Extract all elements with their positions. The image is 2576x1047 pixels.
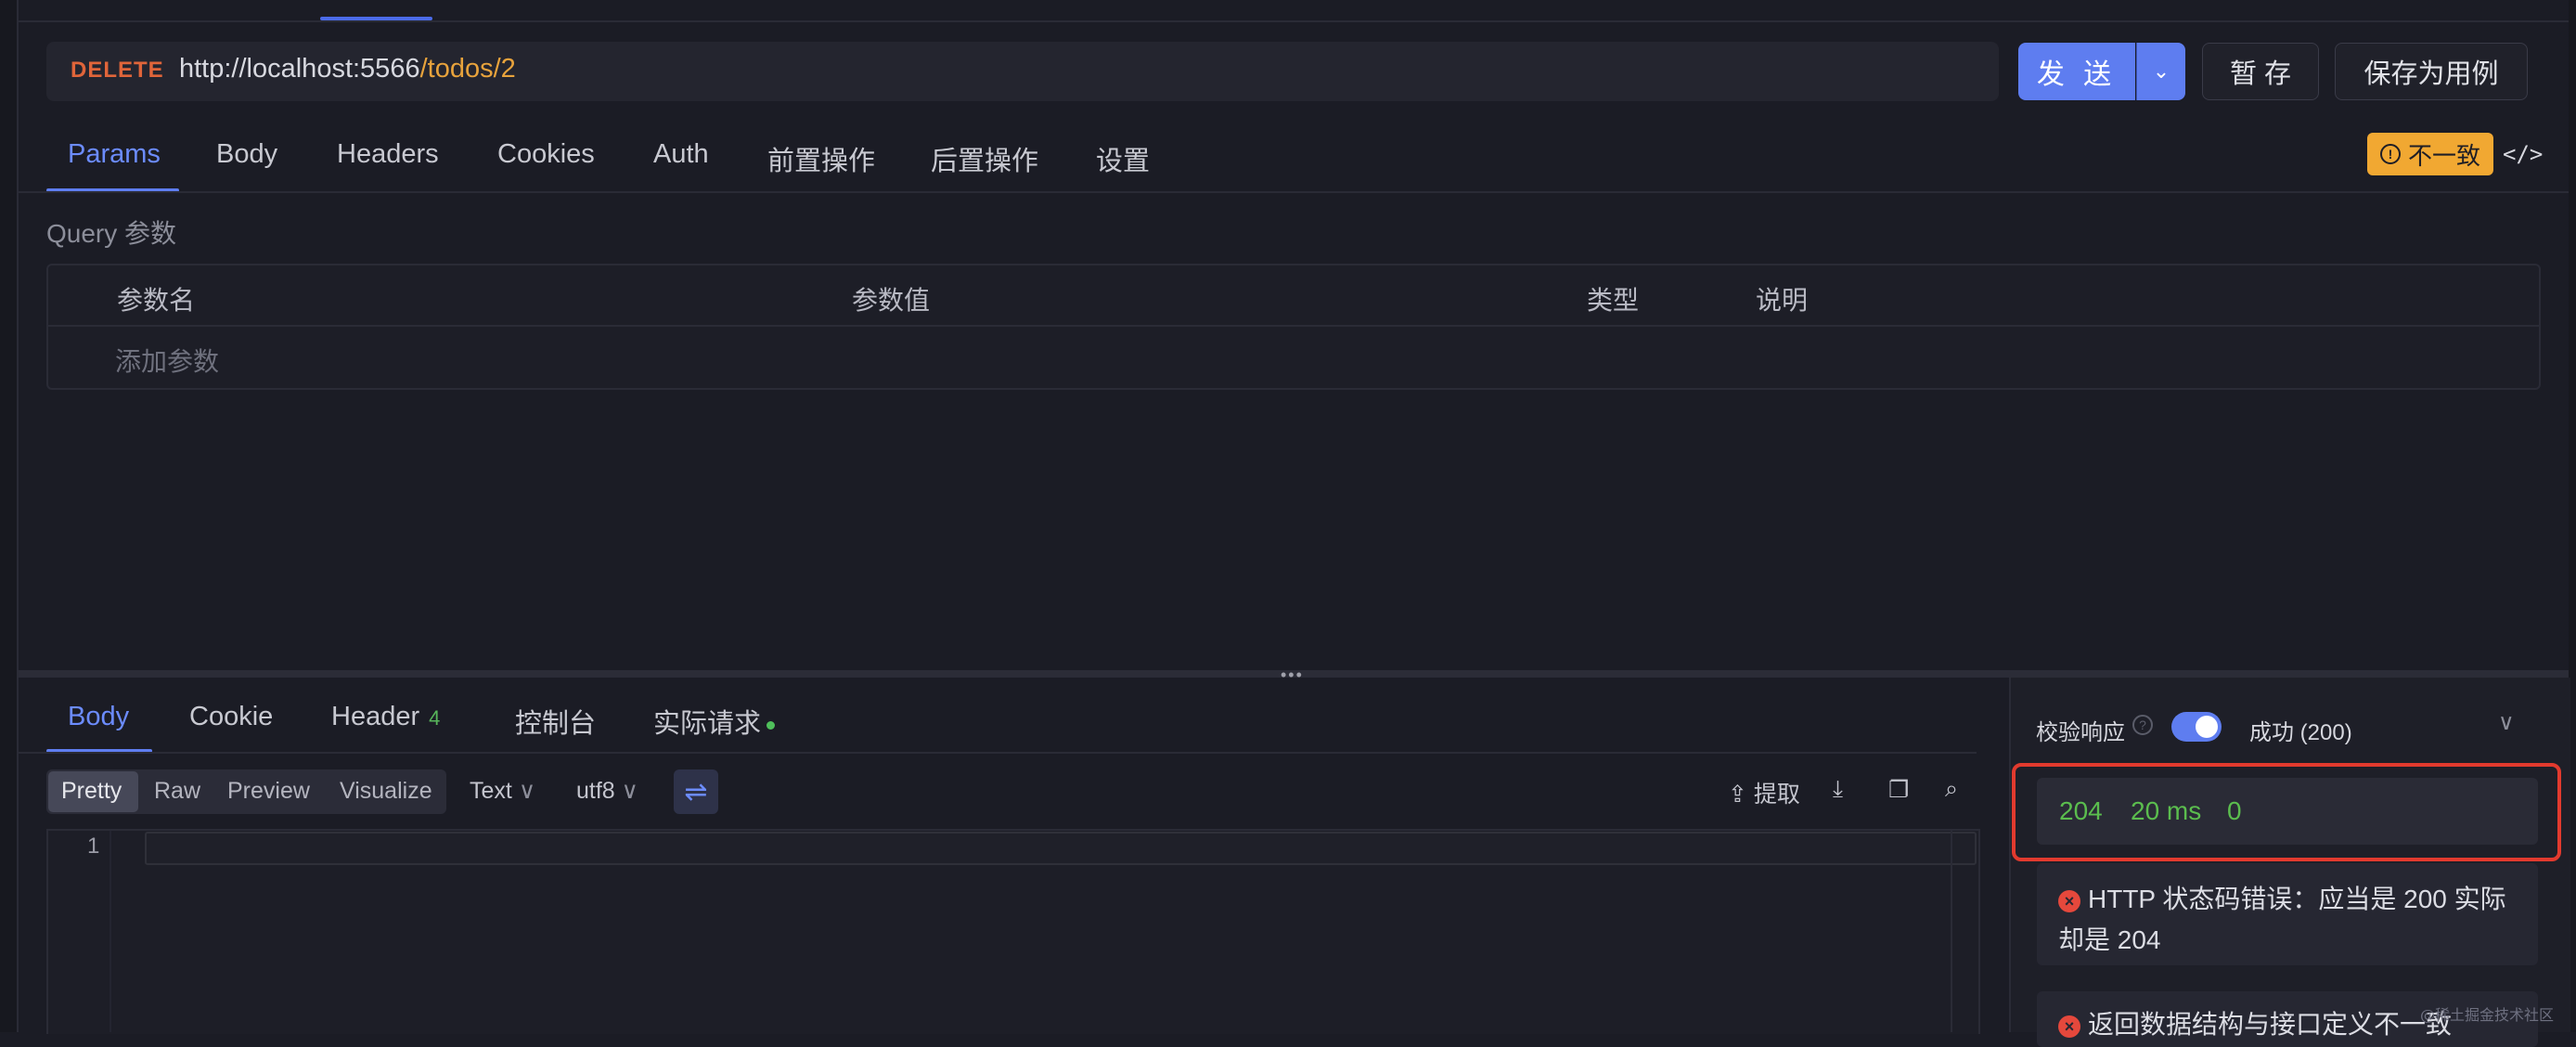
resp-tab-body[interactable]: Body [68, 702, 129, 732]
warning-icon: ! [2379, 144, 2401, 164]
tab-headers[interactable]: Headers [337, 139, 439, 170]
error-icon: × [2058, 1015, 2080, 1038]
extract-icon: ⇪ [1728, 782, 1747, 808]
tab-post-script[interactable]: 后置操作 [931, 139, 1038, 178]
error-text: 返回数据结构与接口定义不一致 [2088, 1010, 2453, 1039]
tab-pre-script[interactable]: 前置操作 [767, 139, 875, 178]
col-param-type: 类型 [1587, 286, 1640, 315]
copy-icon[interactable]: ❐ [1888, 776, 1909, 804]
validation-status[interactable]: 成功 (200) [2249, 714, 2352, 746]
wrap-lines-button[interactable]: ⇌ [674, 769, 718, 814]
top-tab-strip [0, 0, 2576, 22]
view-pretty[interactable]: Pretty [61, 778, 122, 805]
response-tabs-divider [19, 752, 1977, 754]
extract-button[interactable]: ⇪ 提取 [1728, 776, 1800, 809]
tab-cookies[interactable]: Cookies [497, 139, 595, 170]
inconsistent-label: 不一致 [2407, 141, 2480, 170]
current-line-highlight [145, 832, 1977, 865]
view-raw[interactable]: Raw [154, 778, 200, 805]
top-tab-active-indicator [320, 17, 432, 20]
annotation-highlight-box [2012, 763, 2561, 861]
validate-response-label: 校验响应 [2036, 720, 2125, 745]
col-param-value: 参数值 [852, 286, 931, 315]
resp-tab-header[interactable]: Header 4 [331, 702, 440, 732]
encoding-dropdown-value: utf8 [576, 778, 615, 804]
validate-toggle[interactable] [2171, 712, 2222, 742]
tab-settings[interactable]: 设置 [1096, 139, 1150, 178]
request-tabs-divider [19, 191, 2569, 193]
tab-params[interactable]: Params [68, 139, 161, 170]
error-text: HTTP 状态码错误：应当是 200 实际却是 204 [2058, 885, 2506, 954]
save-temp-button[interactable]: 暂 存 [2202, 43, 2319, 100]
format-dropdown[interactable]: Text ∨ [470, 777, 535, 805]
url-path: /todos/2 [419, 54, 516, 84]
status-dot-icon [766, 720, 776, 730]
view-preview[interactable]: Preview [227, 778, 310, 805]
resp-tab-actual-request-label: 实际请求 [653, 709, 762, 739]
url-base: http://localhost:5566 [179, 54, 420, 84]
editor-scrollbar[interactable] [1951, 831, 1977, 1032]
chevron-down-icon: ∨ [621, 778, 638, 804]
resp-tab-console[interactable]: 控制台 [515, 702, 596, 741]
chevron-down-icon: ⌄ [2152, 59, 2170, 83]
help-icon[interactable]: ? [2132, 715, 2153, 735]
extract-label: 提取 [1753, 782, 1800, 808]
watermark: @稀土掘金技术社区 [2420, 1006, 2555, 1024]
editor-gutter [109, 831, 111, 1032]
col-param-desc: 说明 [1756, 286, 1809, 315]
col-param-name: 参数名 [117, 286, 196, 315]
download-icon[interactable]: ⤓ [1833, 776, 1843, 803]
url-input[interactable]: http://localhost:5566/todos/2 [179, 54, 516, 84]
send-button[interactable]: 发 送 [2018, 43, 2135, 100]
params-table [46, 264, 2541, 390]
resp-tab-cookie[interactable]: Cookie [189, 702, 273, 732]
error-message: × HTTP 状态码错误：应当是 200 实际却是 204 [2058, 879, 2531, 961]
search-icon[interactable]: ⌕ [1945, 776, 1958, 803]
encoding-dropdown[interactable]: utf8 ∨ [576, 777, 638, 805]
format-dropdown-value: Text [470, 778, 512, 804]
left-panel-edge [0, 0, 19, 1032]
query-params-label: Query 参数 [46, 219, 177, 248]
line-number: 1 [87, 834, 100, 859]
inconsistent-badge[interactable]: ! 不一致 [2367, 133, 2493, 175]
add-param-input[interactable]: 添加参数 [115, 342, 219, 379]
params-header-divider [48, 325, 2539, 327]
send-options-button[interactable]: ⌄ [2136, 43, 2185, 100]
header-count-badge: 4 [429, 706, 441, 730]
chevron-down-icon[interactable]: ∨ [2498, 709, 2515, 736]
save-as-case-button[interactable]: 保存为用例 [2335, 43, 2528, 100]
tab-body[interactable]: Body [216, 139, 277, 170]
view-visualize[interactable]: Visualize [340, 778, 432, 805]
code-icon[interactable]: </> [2503, 141, 2543, 167]
error-icon: × [2058, 889, 2080, 912]
http-method[interactable]: DELETE [71, 58, 164, 84]
resp-tab-header-label: Header [331, 702, 420, 731]
tab-auth[interactable]: Auth [653, 139, 709, 170]
wrap-icon: ⇌ [684, 776, 708, 808]
chevron-down-icon: ∨ [518, 778, 536, 804]
resp-tab-actual-request[interactable]: 实际请求 [653, 702, 776, 741]
toggle-knob [2196, 716, 2218, 738]
